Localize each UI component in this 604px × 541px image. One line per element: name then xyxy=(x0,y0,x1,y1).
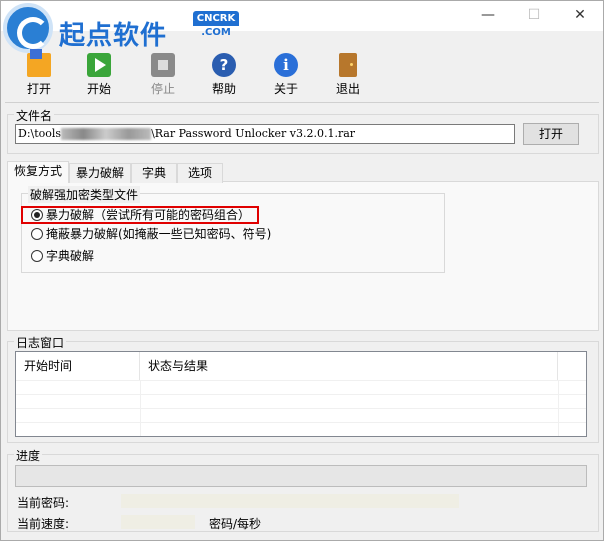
logo-badge-bottom: .COM xyxy=(201,27,231,38)
log-list[interactable]: 开始时间 状态与结果 xyxy=(15,351,587,437)
about-button[interactable]: i 关于 xyxy=(260,49,312,99)
door-exit-icon xyxy=(339,53,357,77)
radio-button[interactable] xyxy=(31,227,43,240)
radio-button[interactable] xyxy=(31,249,43,262)
highlight-annotation xyxy=(21,206,259,224)
column-divider xyxy=(558,380,559,436)
stop-icon xyxy=(151,53,175,77)
current-speed-label: 当前速度: xyxy=(17,517,70,531)
logo-icon xyxy=(3,3,53,53)
minimize-button[interactable]: — xyxy=(465,1,511,31)
progress-bar xyxy=(15,465,587,487)
current-password-label: 当前密码: xyxy=(17,496,70,510)
logo-text: 起点软件 xyxy=(59,21,168,51)
recovery-type-group-title: 破解强加密类型文件 xyxy=(28,186,141,203)
file-path-suffix: \Rar Password Unlocker v3.2.0.1.rar xyxy=(151,127,356,140)
stop-label: 停止 xyxy=(150,82,175,96)
help-icon: ? xyxy=(212,53,236,77)
folder-open-icon xyxy=(27,49,51,77)
table-row-divider xyxy=(16,422,586,423)
current-password-value xyxy=(121,494,459,508)
exit-button[interactable]: 退出 xyxy=(322,49,374,99)
play-icon xyxy=(87,53,111,77)
help-label: 帮助 xyxy=(211,82,236,96)
column-divider xyxy=(140,380,141,436)
file-path-prefix: D:\tools xyxy=(18,127,62,140)
tab-dictionary[interactable]: 字典 xyxy=(131,163,177,183)
table-row-divider xyxy=(16,380,586,381)
speed-unit-label: 密码/每秒 xyxy=(209,517,262,531)
about-label: 关于 xyxy=(273,82,298,96)
progress-group-title: 进度 xyxy=(14,447,43,464)
maximize-button[interactable]: ☐ xyxy=(511,1,557,31)
info-icon: i xyxy=(274,53,298,77)
logo-badge-top: CNCRK xyxy=(193,11,239,26)
open-toolbar-label: 打开 xyxy=(26,82,51,96)
main-window: — ☐ ✕ 起点软件 CNCRK .COM 打开 开始 停止 ? 帮助 i 关于… xyxy=(0,0,604,541)
help-button[interactable]: ? 帮助 xyxy=(198,49,250,99)
column-start-time[interactable]: 开始时间 xyxy=(16,352,140,380)
tab-options[interactable]: 选项 xyxy=(177,163,223,183)
tab-brute-force[interactable]: 暴力破解 xyxy=(69,163,131,183)
current-speed-value xyxy=(121,515,195,529)
log-window-group-title: 日志窗口 xyxy=(14,334,67,351)
start-label: 开始 xyxy=(86,82,111,96)
toolbar: 打开 开始 停止 ? 帮助 i 关于 退出 xyxy=(1,49,603,101)
radio-mask-brute-force[interactable]: 掩蔽暴力破解(如掩蔽一些已知密码、符号) xyxy=(31,225,271,243)
table-row-divider xyxy=(16,408,586,409)
logo-badge: CNCRK .COM xyxy=(193,11,239,45)
file-path-input[interactable]: D:\tools \Rar Password Unlocker v3.2.0.1.… xyxy=(15,124,515,144)
radio-dictionary[interactable]: 字典破解 xyxy=(31,247,94,265)
tab-recovery-method[interactable]: 恢复方式 xyxy=(7,161,69,183)
open-toolbar-button[interactable]: 打开 xyxy=(13,49,65,99)
toolbar-divider xyxy=(5,102,599,103)
radio-mask-label: 掩蔽暴力破解(如掩蔽一些已知密码、符号) xyxy=(46,227,272,241)
open-file-button[interactable]: 打开 xyxy=(523,123,579,145)
redacted-path-segment xyxy=(61,128,152,140)
stop-button[interactable]: 停止 xyxy=(137,49,189,99)
column-status-result[interactable]: 状态与结果 xyxy=(140,352,558,380)
radio-dictionary-label: 字典破解 xyxy=(46,249,95,263)
start-button[interactable]: 开始 xyxy=(73,49,125,99)
exit-label: 退出 xyxy=(335,82,360,96)
close-button[interactable]: ✕ xyxy=(557,1,603,31)
table-row-divider xyxy=(16,394,586,395)
file-name-group-title: 文件名 xyxy=(14,107,55,124)
